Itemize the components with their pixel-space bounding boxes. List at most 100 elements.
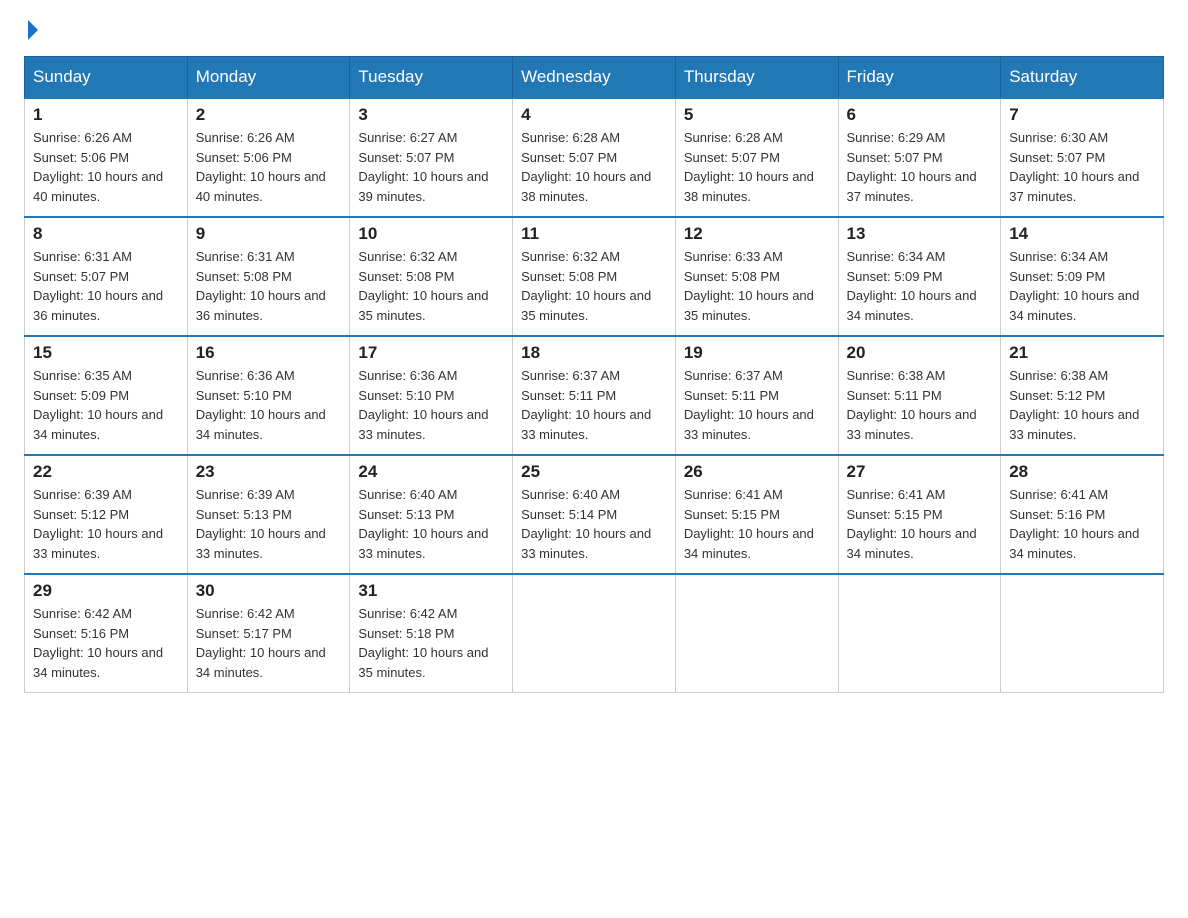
day-info: Sunrise: 6:41 AMSunset: 5:15 PMDaylight:… xyxy=(684,485,830,563)
day-info: Sunrise: 6:40 AMSunset: 5:13 PMDaylight:… xyxy=(358,485,504,563)
page-header xyxy=(24,24,1164,40)
column-header-thursday: Thursday xyxy=(675,57,838,99)
day-info: Sunrise: 6:30 AMSunset: 5:07 PMDaylight:… xyxy=(1009,128,1155,206)
day-number: 13 xyxy=(847,224,993,244)
calendar-week-row: 29 Sunrise: 6:42 AMSunset: 5:16 PMDayligh… xyxy=(25,574,1164,693)
day-number: 12 xyxy=(684,224,830,244)
calendar-cell: 1 Sunrise: 6:26 AMSunset: 5:06 PMDaylight… xyxy=(25,98,188,217)
day-info: Sunrise: 6:41 AMSunset: 5:15 PMDaylight:… xyxy=(847,485,993,563)
day-number: 21 xyxy=(1009,343,1155,363)
day-info: Sunrise: 6:28 AMSunset: 5:07 PMDaylight:… xyxy=(684,128,830,206)
calendar-cell: 21 Sunrise: 6:38 AMSunset: 5:12 PMDayligh… xyxy=(1001,336,1164,455)
calendar-cell: 29 Sunrise: 6:42 AMSunset: 5:16 PMDayligh… xyxy=(25,574,188,693)
calendar-cell: 11 Sunrise: 6:32 AMSunset: 5:08 PMDayligh… xyxy=(513,217,676,336)
day-number: 20 xyxy=(847,343,993,363)
day-info: Sunrise: 6:36 AMSunset: 5:10 PMDaylight:… xyxy=(358,366,504,444)
day-number: 23 xyxy=(196,462,342,482)
calendar-table: SundayMondayTuesdayWednesdayThursdayFrid… xyxy=(24,56,1164,693)
day-number: 25 xyxy=(521,462,667,482)
day-info: Sunrise: 6:37 AMSunset: 5:11 PMDaylight:… xyxy=(521,366,667,444)
calendar-cell: 3 Sunrise: 6:27 AMSunset: 5:07 PMDaylight… xyxy=(350,98,513,217)
logo xyxy=(24,24,38,40)
column-header-monday: Monday xyxy=(187,57,350,99)
calendar-week-row: 8 Sunrise: 6:31 AMSunset: 5:07 PMDaylight… xyxy=(25,217,1164,336)
day-info: Sunrise: 6:42 AMSunset: 5:18 PMDaylight:… xyxy=(358,604,504,682)
day-info: Sunrise: 6:27 AMSunset: 5:07 PMDaylight:… xyxy=(358,128,504,206)
day-info: Sunrise: 6:33 AMSunset: 5:08 PMDaylight:… xyxy=(684,247,830,325)
day-number: 5 xyxy=(684,105,830,125)
calendar-cell: 12 Sunrise: 6:33 AMSunset: 5:08 PMDayligh… xyxy=(675,217,838,336)
day-info: Sunrise: 6:41 AMSunset: 5:16 PMDaylight:… xyxy=(1009,485,1155,563)
calendar-cell: 31 Sunrise: 6:42 AMSunset: 5:18 PMDayligh… xyxy=(350,574,513,693)
column-header-wednesday: Wednesday xyxy=(513,57,676,99)
calendar-cell xyxy=(675,574,838,693)
day-info: Sunrise: 6:34 AMSunset: 5:09 PMDaylight:… xyxy=(847,247,993,325)
calendar-cell: 13 Sunrise: 6:34 AMSunset: 5:09 PMDayligh… xyxy=(838,217,1001,336)
calendar-cell: 28 Sunrise: 6:41 AMSunset: 5:16 PMDayligh… xyxy=(1001,455,1164,574)
calendar-cell: 20 Sunrise: 6:38 AMSunset: 5:11 PMDayligh… xyxy=(838,336,1001,455)
day-number: 14 xyxy=(1009,224,1155,244)
day-number: 16 xyxy=(196,343,342,363)
day-info: Sunrise: 6:32 AMSunset: 5:08 PMDaylight:… xyxy=(358,247,504,325)
day-info: Sunrise: 6:38 AMSunset: 5:12 PMDaylight:… xyxy=(1009,366,1155,444)
day-number: 24 xyxy=(358,462,504,482)
day-info: Sunrise: 6:39 AMSunset: 5:13 PMDaylight:… xyxy=(196,485,342,563)
day-info: Sunrise: 6:28 AMSunset: 5:07 PMDaylight:… xyxy=(521,128,667,206)
day-number: 29 xyxy=(33,581,179,601)
calendar-cell: 9Sunrise: 6:31 AMSunset: 5:08 PMDaylight… xyxy=(187,217,350,336)
calendar-week-row: 15 Sunrise: 6:35 AMSunset: 5:09 PMDayligh… xyxy=(25,336,1164,455)
calendar-cell: 18 Sunrise: 6:37 AMSunset: 5:11 PMDayligh… xyxy=(513,336,676,455)
day-number: 8 xyxy=(33,224,179,244)
day-number: 17 xyxy=(358,343,504,363)
calendar-cell: 17 Sunrise: 6:36 AMSunset: 5:10 PMDayligh… xyxy=(350,336,513,455)
calendar-cell: 24 Sunrise: 6:40 AMSunset: 5:13 PMDayligh… xyxy=(350,455,513,574)
day-number: 1 xyxy=(33,105,179,125)
day-number: 7 xyxy=(1009,105,1155,125)
calendar-cell xyxy=(838,574,1001,693)
day-number: 10 xyxy=(358,224,504,244)
column-header-saturday: Saturday xyxy=(1001,57,1164,99)
day-info: Sunrise: 6:32 AMSunset: 5:08 PMDaylight:… xyxy=(521,247,667,325)
day-number: 26 xyxy=(684,462,830,482)
calendar-cell: 4 Sunrise: 6:28 AMSunset: 5:07 PMDaylight… xyxy=(513,98,676,217)
calendar-cell: 27Sunrise: 6:41 AMSunset: 5:15 PMDayligh… xyxy=(838,455,1001,574)
calendar-week-row: 1 Sunrise: 6:26 AMSunset: 5:06 PMDaylight… xyxy=(25,98,1164,217)
day-number: 22 xyxy=(33,462,179,482)
day-number: 6 xyxy=(847,105,993,125)
day-info: Sunrise: 6:35 AMSunset: 5:09 PMDaylight:… xyxy=(33,366,179,444)
day-info: Sunrise: 6:34 AMSunset: 5:09 PMDaylight:… xyxy=(1009,247,1155,325)
calendar-cell xyxy=(513,574,676,693)
day-number: 11 xyxy=(521,224,667,244)
calendar-cell: 23 Sunrise: 6:39 AMSunset: 5:13 PMDayligh… xyxy=(187,455,350,574)
day-info: Sunrise: 6:29 AMSunset: 5:07 PMDaylight:… xyxy=(847,128,993,206)
calendar-cell: 10 Sunrise: 6:32 AMSunset: 5:08 PMDayligh… xyxy=(350,217,513,336)
day-number: 18 xyxy=(521,343,667,363)
calendar-cell: 19 Sunrise: 6:37 AMSunset: 5:11 PMDayligh… xyxy=(675,336,838,455)
column-header-friday: Friday xyxy=(838,57,1001,99)
logo-arrow-icon xyxy=(28,20,38,40)
day-info: Sunrise: 6:31 AMSunset: 5:07 PMDaylight:… xyxy=(33,247,179,325)
calendar-cell: 30Sunrise: 6:42 AMSunset: 5:17 PMDayligh… xyxy=(187,574,350,693)
calendar-cell xyxy=(1001,574,1164,693)
calendar-cell: 16 Sunrise: 6:36 AMSunset: 5:10 PMDayligh… xyxy=(187,336,350,455)
day-number: 9 xyxy=(196,224,342,244)
day-info: Sunrise: 6:36 AMSunset: 5:10 PMDaylight:… xyxy=(196,366,342,444)
calendar-cell: 8 Sunrise: 6:31 AMSunset: 5:07 PMDaylight… xyxy=(25,217,188,336)
calendar-cell: 6 Sunrise: 6:29 AMSunset: 5:07 PMDaylight… xyxy=(838,98,1001,217)
day-number: 3 xyxy=(358,105,504,125)
day-info: Sunrise: 6:38 AMSunset: 5:11 PMDaylight:… xyxy=(847,366,993,444)
day-number: 31 xyxy=(358,581,504,601)
day-info: Sunrise: 6:37 AMSunset: 5:11 PMDaylight:… xyxy=(684,366,830,444)
day-number: 19 xyxy=(684,343,830,363)
day-info: Sunrise: 6:39 AMSunset: 5:12 PMDaylight:… xyxy=(33,485,179,563)
day-number: 15 xyxy=(33,343,179,363)
day-info: Sunrise: 6:42 AMSunset: 5:16 PMDaylight:… xyxy=(33,604,179,682)
day-info: Sunrise: 6:40 AMSunset: 5:14 PMDaylight:… xyxy=(521,485,667,563)
day-info: Sunrise: 6:26 AMSunset: 5:06 PMDaylight:… xyxy=(33,128,179,206)
calendar-cell: 5 Sunrise: 6:28 AMSunset: 5:07 PMDaylight… xyxy=(675,98,838,217)
calendar-cell: 26 Sunrise: 6:41 AMSunset: 5:15 PMDayligh… xyxy=(675,455,838,574)
calendar-week-row: 22 Sunrise: 6:39 AMSunset: 5:12 PMDayligh… xyxy=(25,455,1164,574)
day-number: 30 xyxy=(196,581,342,601)
day-number: 28 xyxy=(1009,462,1155,482)
day-number: 4 xyxy=(521,105,667,125)
